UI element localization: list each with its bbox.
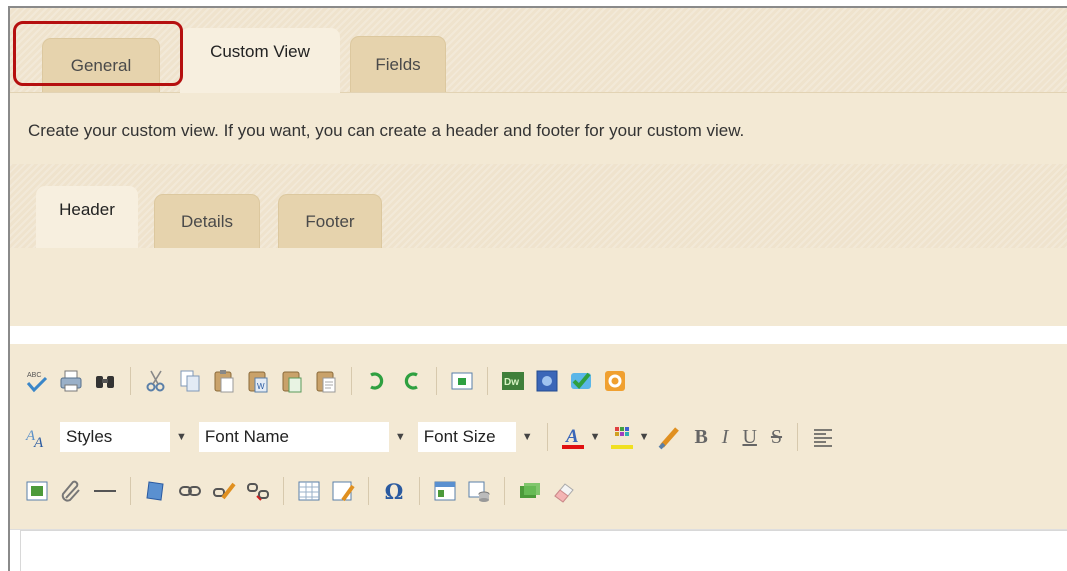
separator: [351, 367, 352, 395]
edit-link-icon[interactable]: [211, 478, 237, 504]
special-character-icon[interactable]: Ω: [381, 478, 407, 504]
styles-dropdown[interactable]: Styles ▼: [60, 422, 187, 452]
unlink-icon[interactable]: [245, 478, 271, 504]
database-icon[interactable]: [466, 478, 492, 504]
paste-text-icon[interactable]: [313, 368, 339, 394]
chevron-down-icon[interactable]: ▼: [639, 431, 650, 443]
font-size-dropdown[interactable]: Font Size ▼: [417, 422, 533, 452]
paste-icon[interactable]: [211, 368, 237, 394]
tab-details-label: Details: [181, 211, 233, 231]
svg-text:A: A: [565, 426, 579, 447]
editor-content-area[interactable]: [20, 530, 1067, 571]
layer-icon[interactable]: [517, 478, 543, 504]
undo-icon[interactable]: [364, 368, 390, 394]
svg-text:ABC: ABC: [27, 372, 41, 379]
tab-fields-label: Fields: [375, 54, 421, 74]
tab-header-label: Header: [59, 200, 115, 219]
tab-footer-label: Footer: [305, 211, 355, 231]
table-icon[interactable]: [296, 478, 322, 504]
font-name-field: Font Name: [198, 422, 389, 452]
separator: [283, 477, 284, 505]
highlighter-icon[interactable]: [657, 424, 683, 450]
underline-button[interactable]: U: [742, 426, 756, 449]
chevron-down-icon: ▼: [394, 431, 406, 443]
cut-icon[interactable]: [143, 368, 169, 394]
separator: [546, 423, 548, 451]
tab-footer[interactable]: Footer: [278, 194, 382, 248]
svg-text:Dw: Dw: [504, 377, 519, 388]
settings-icon[interactable]: [602, 368, 628, 394]
chevron-down-icon: ▼: [521, 431, 533, 443]
svg-text:A: A: [33, 435, 44, 450]
preview-icon[interactable]: [534, 368, 560, 394]
svg-text:W: W: [257, 382, 265, 391]
attachment-icon[interactable]: [58, 478, 84, 504]
separator: [419, 477, 420, 505]
separator: [797, 423, 799, 451]
form-icon[interactable]: [330, 478, 356, 504]
select-all-icon[interactable]: [449, 368, 475, 394]
highlight-annotation: [13, 21, 183, 86]
italic-button[interactable]: I: [722, 426, 729, 449]
separator: [130, 367, 131, 395]
align-left-icon[interactable]: [810, 424, 836, 450]
toolbar-row-1: ABC W Dw: [20, 364, 632, 398]
tab-header[interactable]: Header: [36, 186, 138, 250]
horizontal-rule-icon[interactable]: [92, 478, 118, 504]
print-icon[interactable]: [58, 368, 84, 394]
separator: [368, 477, 369, 505]
chevron-down-icon: ▼: [176, 431, 187, 443]
separator: [436, 367, 437, 395]
tab-details[interactable]: Details: [154, 194, 260, 248]
checkmark-icon[interactable]: [568, 368, 594, 394]
sub-tab-content: [10, 248, 1067, 326]
chevron-down-icon[interactable]: ▼: [590, 431, 601, 443]
eraser-icon[interactable]: [551, 478, 577, 504]
sub-tab-bar: Header Details Footer: [10, 164, 1067, 250]
bold-button[interactable]: B: [694, 426, 707, 449]
tab-fields[interactable]: Fields: [350, 36, 446, 92]
paste-word-icon[interactable]: W: [245, 368, 271, 394]
tab-custom-view-label: Custom View: [210, 41, 310, 61]
find-icon[interactable]: [92, 368, 118, 394]
tab-custom-view[interactable]: Custom View: [180, 28, 340, 93]
description-text: Create your custom view. If you want, yo…: [28, 121, 745, 140]
redo-icon[interactable]: [398, 368, 424, 394]
background-color-icon[interactable]: [609, 424, 635, 450]
separator: [130, 477, 131, 505]
template-icon[interactable]: [432, 478, 458, 504]
anchor-icon[interactable]: [143, 478, 169, 504]
spellcheck-icon[interactable]: ABC: [24, 368, 50, 394]
dialog-frame: General Custom View Fields Create your c…: [8, 6, 1067, 571]
editor-toolbar: ABC W Dw A A Styles ▼ Font Name ▼ Font S…: [10, 344, 1067, 530]
text-color-icon[interactable]: A: [560, 424, 586, 450]
image-icon[interactable]: [24, 478, 50, 504]
copy-icon[interactable]: [177, 368, 203, 394]
font-name-dropdown[interactable]: Font Name ▼: [198, 422, 406, 452]
link-icon[interactable]: [177, 478, 203, 504]
spacer: [10, 326, 1067, 344]
styles-field: Styles: [60, 422, 170, 452]
paste-excel-icon[interactable]: [279, 368, 305, 394]
dreamweaver-icon[interactable]: Dw: [500, 368, 526, 394]
toolbar-row-3: Ω: [20, 474, 581, 508]
toolbar-row-2: AA Styles ▼ Font Name ▼ Font Size ▼ A ▼: [20, 420, 840, 454]
strikethrough-button[interactable]: S: [771, 426, 782, 449]
separator: [487, 367, 488, 395]
separator: [504, 477, 505, 505]
styles-icon: AA: [24, 424, 50, 450]
font-size-field: Font Size: [417, 422, 516, 452]
